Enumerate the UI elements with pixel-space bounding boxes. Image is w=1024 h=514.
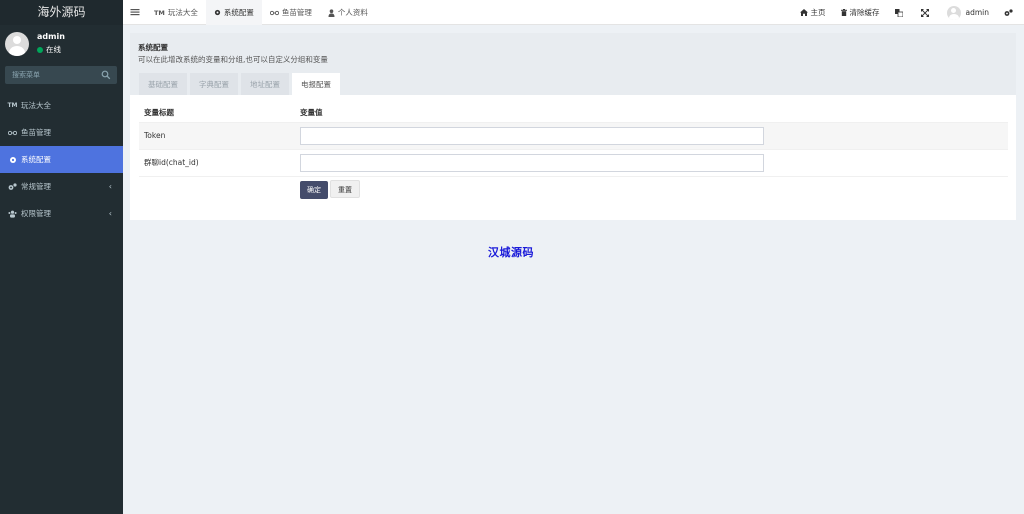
config-panel: 系统配置 可以在此增改系统的变量和分组,也可以自定义分组和变量 基础配置 字典配… [130, 33, 1016, 220]
menu-toggle-icon[interactable] [129, 6, 141, 18]
avatar [946, 5, 961, 20]
tab-gameplay[interactable]: TM 玩法大全 [146, 0, 206, 25]
reset-button[interactable]: 重置 [330, 180, 360, 199]
watermark-text: 汉城源码 [488, 246, 534, 259]
tab-basic-config[interactable]: 基础配置 [139, 73, 187, 95]
sidebar-menu: TM 玩法大全 鱼苗管理 系统配置 常规管理 ‹ 权限管理 ‹ [0, 92, 123, 227]
sidebar-item-label: 系统配置 [21, 155, 51, 164]
tab-label: 鱼苗管理 [281, 8, 312, 17]
config-tabs: 基础配置 字典配置 地址配置 电报配置 [139, 73, 343, 95]
sidebar-item-label: 鱼苗管理 [21, 128, 51, 137]
sidebar-item-label: 权限管理 [21, 209, 51, 218]
column-header-value: 变量值 [300, 107, 323, 117]
tab-label: 系统配置 [223, 8, 254, 17]
search-icon[interactable] [101, 70, 111, 80]
home-icon [799, 9, 808, 16]
sidebar: 海外源码 admin 在线 TM 玩法大全 鱼苗管理 系统 [0, 0, 123, 514]
cogs-icon [1004, 8, 1013, 17]
home-link[interactable]: 主页 [799, 7, 826, 18]
translate-button[interactable] [894, 8, 906, 17]
glasses-icon [8, 128, 17, 137]
tm-icon: TM [7, 102, 18, 109]
sidebar-item-system-config[interactable]: 系统配置 [0, 146, 123, 173]
row-value-cell [295, 121, 1008, 149]
tab-label: 个人资料 [337, 8, 368, 17]
user-menu[interactable]: admin [946, 5, 990, 20]
sidebar-search [5, 66, 117, 84]
row-label-token: Token [139, 121, 295, 149]
header-username: admin [965, 8, 990, 17]
page-tabs: TM 玩法大全 系统配置 鱼苗管理 个人资料 [146, 0, 376, 25]
sidebar-search-input[interactable] [5, 66, 99, 84]
tab-profile[interactable]: 个人资料 [320, 0, 376, 25]
confirm-button[interactable]: 确定 [300, 181, 328, 200]
table-row: 群聊id(chat_id) [139, 148, 1008, 176]
form-actions: 确定 重置 [295, 175, 1008, 203]
settings-button[interactable] [1004, 8, 1016, 17]
status-label: 在线 [46, 45, 61, 54]
sidebar-item-fish[interactable]: 鱼苗管理 [0, 119, 123, 146]
chevron-left-icon: ‹ [108, 182, 112, 191]
tab-address-config[interactable]: 地址配置 [241, 73, 289, 95]
fullscreen-button[interactable] [920, 8, 932, 17]
panel-header: 系统配置 可以在此增改系统的变量和分组,也可以自定义分组和变量 基础配置 字典配… [130, 33, 1016, 95]
glasses-icon [269, 10, 279, 16]
header-right-nav: 主页 清除缓存 admin [799, 0, 1024, 25]
sidebar-item-label: 常规管理 [21, 182, 51, 191]
trash-icon [840, 9, 847, 16]
chat-id-input[interactable] [300, 153, 764, 172]
chevron-left-icon: ‹ [108, 209, 112, 218]
fullscreen-icon [920, 8, 929, 17]
status-dot-icon [37, 46, 43, 53]
sidebar-item-permissions[interactable]: 权限管理 ‹ [0, 200, 123, 227]
clear-cache-label: 清除缓存 [849, 8, 880, 17]
config-table: 变量标题 变量值 Token 群聊id(chat_id) 确定 重置 [139, 103, 1008, 203]
tab-telegram-config[interactable]: 电报配置 [292, 73, 340, 95]
row-value-cell [295, 148, 1008, 176]
avatar [5, 32, 29, 56]
top-navbar: TM 玩法大全 系统配置 鱼苗管理 个人资料 主页 清除缓存 admin [123, 0, 1024, 25]
token-input[interactable] [300, 126, 764, 145]
user-icon [328, 8, 335, 17]
gear-icon [214, 9, 221, 16]
row-label-chat-id: 群聊id(chat_id) [139, 148, 295, 176]
home-label: 主页 [810, 8, 826, 17]
column-header-title: 变量标题 [144, 107, 174, 117]
brand-logo[interactable]: 海外源码 [0, 0, 123, 25]
sidebar-item-gameplay[interactable]: TM 玩法大全 [0, 92, 123, 119]
tm-icon: TM [154, 8, 165, 17]
user-panel: admin 在线 [0, 30, 123, 66]
users-icon [8, 209, 17, 218]
page-title: 系统配置 [138, 43, 168, 52]
cogs-icon [8, 182, 17, 191]
table-row: 确定 重置 [139, 175, 1008, 203]
empty-cell [139, 175, 295, 203]
clear-cache-button[interactable]: 清除缓存 [840, 7, 880, 18]
sidebar-username: admin [37, 32, 65, 41]
tab-system-config[interactable]: 系统配置 [205, 0, 262, 25]
tab-label: 玩法大全 [167, 8, 198, 17]
table-row: Token [139, 121, 1008, 149]
online-status: 在线 [37, 44, 61, 55]
sidebar-item-general[interactable]: 常规管理 ‹ [0, 173, 123, 200]
gear-icon [8, 155, 17, 164]
page-description: 可以在此增改系统的变量和分组,也可以自定义分组和变量 [138, 55, 328, 64]
language-icon [894, 8, 903, 17]
tab-dictionary-config[interactable]: 字典配置 [190, 73, 238, 95]
sidebar-item-label: 玩法大全 [21, 101, 51, 110]
tab-fish[interactable]: 鱼苗管理 [262, 0, 320, 25]
